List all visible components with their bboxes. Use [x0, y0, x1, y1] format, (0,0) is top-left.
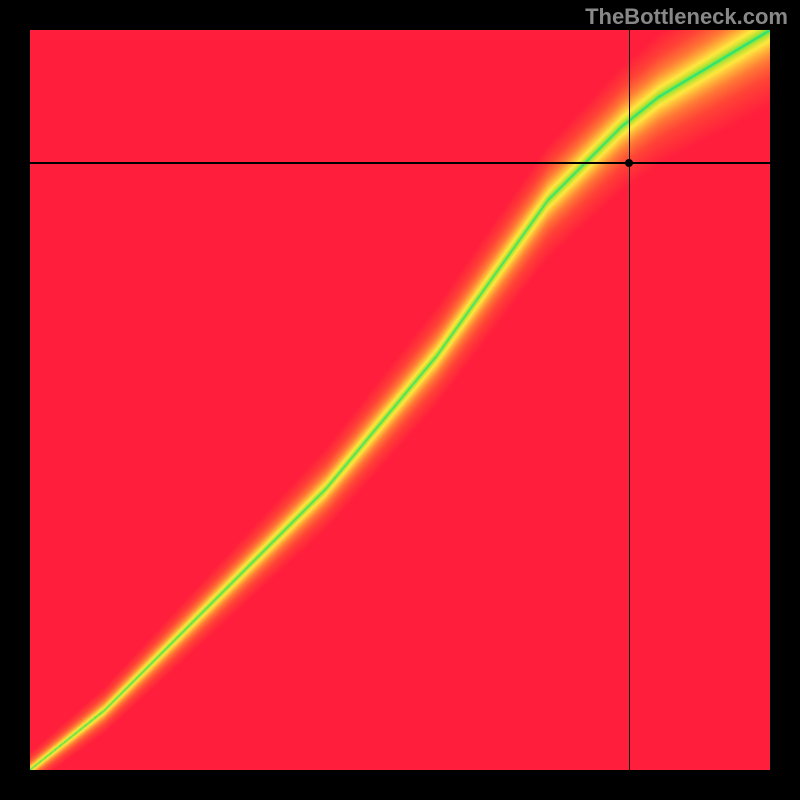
watermark-text: TheBottleneck.com — [585, 4, 788, 30]
crosshair-horizontal — [30, 162, 770, 164]
heatmap-plot — [30, 30, 770, 770]
crosshair-vertical — [629, 30, 631, 770]
heatmap-canvas — [30, 30, 770, 770]
marker-dot — [625, 159, 633, 167]
